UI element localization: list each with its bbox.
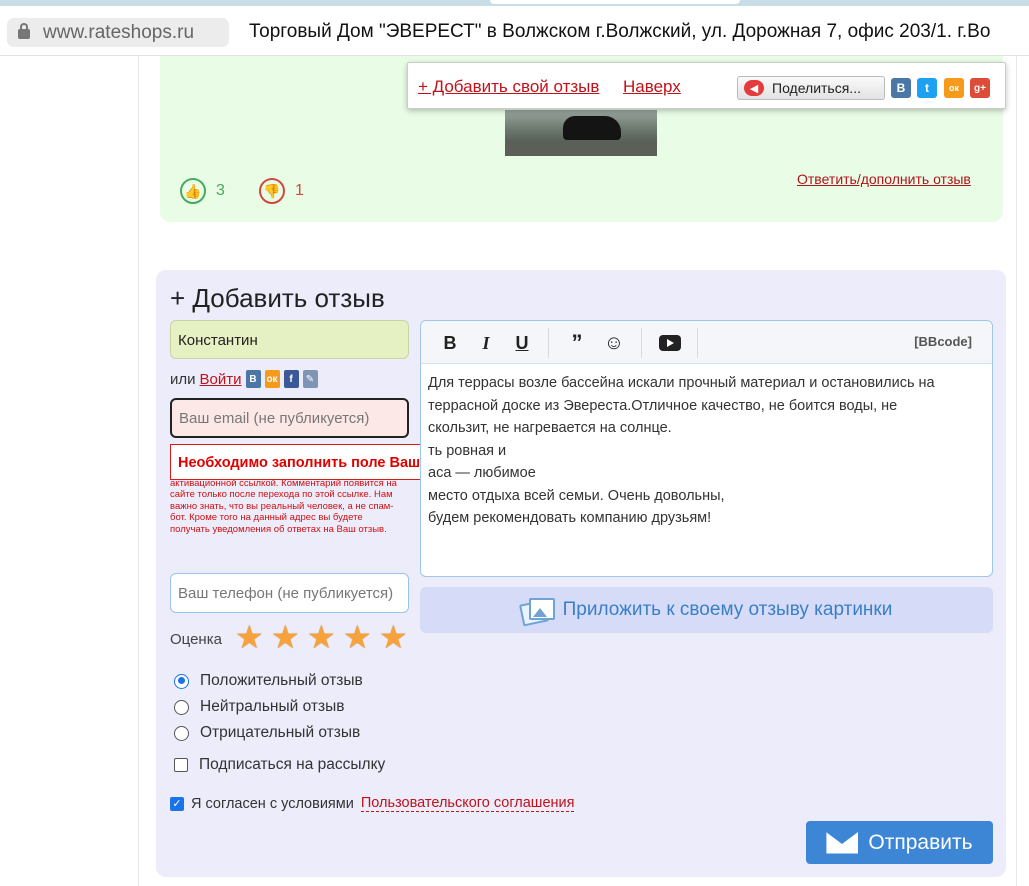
quote-icon[interactable]: ” bbox=[564, 330, 590, 355]
content-left-border bbox=[138, 56, 139, 886]
attach-images-label: Приложить к своему отзыву картинки bbox=[562, 599, 893, 620]
share-button[interactable]: ◀ Поделиться... bbox=[737, 76, 885, 100]
toolbar-divider bbox=[548, 328, 549, 358]
radio-selected-icon[interactable] bbox=[174, 673, 189, 689]
image-upload-icon bbox=[518, 596, 555, 627]
or-text: или bbox=[170, 370, 196, 388]
dislike-count: 1 bbox=[295, 182, 304, 199]
thumbs-up-icon: 👍 bbox=[180, 178, 206, 204]
content-right-border bbox=[1016, 56, 1017, 886]
star-icon-3[interactable]: ★ bbox=[307, 621, 337, 653]
submit-button[interactable]: Отправить bbox=[806, 821, 993, 864]
agree-text: Я согласен с условиями bbox=[191, 795, 354, 812]
thumbs-down-icon: 👎 bbox=[259, 178, 285, 204]
radio-negative[interactable]: Отрицательный отзыв bbox=[174, 724, 360, 742]
italic-icon[interactable]: I bbox=[473, 331, 499, 355]
page-title: Торговый Дом "ЭВЕРЕСТ" в Волжском г.Волж… bbox=[249, 21, 991, 42]
dislike-vote[interactable]: 👎 1 bbox=[259, 178, 304, 204]
radio-neutral[interactable]: Нейтральный отзыв bbox=[174, 698, 344, 716]
scroll-to-top-link[interactable]: Наверх bbox=[623, 77, 681, 97]
review-text-area[interactable]: Для террасы возле бассейна искали прочны… bbox=[421, 364, 992, 538]
floating-action-bar: + Добавить свой отзыв Наверх ◀ Поделитьс… bbox=[407, 62, 1006, 109]
yandex-share-icon: ◀ bbox=[744, 80, 764, 96]
radio-positive[interactable]: Положительный отзыв bbox=[174, 672, 363, 690]
address-bar: www.rateshops.ru Торговый Дом "ЭВЕРЕСТ" … bbox=[0, 6, 1029, 56]
star-icon-2[interactable]: ★ bbox=[271, 621, 301, 653]
like-count: 3 bbox=[216, 182, 225, 199]
toolbar-divider bbox=[697, 328, 698, 358]
underline-icon[interactable]: U bbox=[509, 331, 535, 355]
checkbox-unchecked-icon[interactable] bbox=[174, 758, 188, 772]
star-icon-5[interactable]: ★ bbox=[379, 621, 409, 653]
radio-negative-label: Отрицательный отзыв bbox=[200, 724, 361, 741]
terms-agreement[interactable]: ✓ Я согласен с условиями Пользовательско… bbox=[170, 795, 575, 812]
odnoklassniki-share-icon[interactable]: ок bbox=[944, 78, 964, 98]
star-icon-4[interactable]: ★ bbox=[343, 621, 373, 653]
add-review-link[interactable]: + Добавить свой отзыв bbox=[418, 77, 599, 97]
radio-unselected-icon[interactable] bbox=[174, 725, 189, 741]
terms-link[interactable]: Пользовательского соглашения bbox=[360, 795, 575, 812]
attach-images-button[interactable]: Приложить к своему отзыву картинки bbox=[420, 587, 993, 633]
login-link[interactable]: Войти bbox=[200, 371, 242, 388]
odnoklassniki-login-icon[interactable]: ок bbox=[264, 370, 280, 388]
google-plus-share-icon[interactable]: g+ bbox=[970, 78, 990, 98]
rating-stars: ★ ★ ★ ★ ★ bbox=[235, 621, 409, 653]
vk-share-icon[interactable]: В bbox=[891, 78, 911, 98]
review-editor: B I U ” ☺ [BBcode] Для террасы возле бас… bbox=[420, 320, 993, 577]
radio-unselected-icon[interactable] bbox=[174, 699, 189, 715]
login-row: или Войти В ок f ✎ bbox=[170, 370, 318, 388]
url-text[interactable]: www.rateshops.ru bbox=[43, 22, 194, 44]
review-photo[interactable] bbox=[505, 110, 657, 156]
checkbox-checked-icon[interactable]: ✓ bbox=[170, 796, 184, 811]
youtube-icon[interactable] bbox=[657, 331, 683, 355]
facebook-login-icon[interactable]: f bbox=[283, 370, 299, 388]
name-field[interactable]: Константин bbox=[170, 320, 409, 359]
radio-positive-label: Положительный отзыв bbox=[200, 672, 363, 689]
like-vote[interactable]: 👍 3 bbox=[180, 178, 225, 204]
rating-label: Оценка bbox=[170, 631, 222, 648]
submit-label: Отправить bbox=[868, 830, 973, 854]
toolbar-divider bbox=[641, 328, 642, 358]
reply-review-link[interactable]: Ответить/дополнить отзыв bbox=[797, 171, 971, 187]
radio-neutral-label: Нейтральный отзыв bbox=[200, 698, 345, 715]
smiley-icon[interactable]: ☺ bbox=[601, 331, 627, 355]
livejournal-login-icon[interactable]: ✎ bbox=[302, 370, 318, 388]
twitter-share-icon[interactable]: t bbox=[917, 78, 937, 98]
bold-icon[interactable]: B bbox=[437, 331, 463, 355]
share-button-label: Поделиться... bbox=[772, 80, 861, 96]
vk-login-icon[interactable]: В bbox=[245, 370, 261, 388]
envelope-icon bbox=[826, 831, 859, 854]
subscribe-label: Подписаться на рассылку bbox=[199, 756, 386, 773]
email-field[interactable]: Ваш email (не публикуется) bbox=[170, 398, 409, 438]
lock-icon[interactable] bbox=[18, 23, 30, 39]
active-tab-edge bbox=[490, 0, 740, 4]
bbcode-toggle[interactable]: [BBcode] bbox=[914, 334, 972, 349]
editor-toolbar: B I U ” ☺ [BBcode] bbox=[421, 321, 992, 364]
phone-field[interactable]: Ваш телефон (не публикуется) bbox=[170, 573, 409, 613]
form-title: + Добавить отзыв bbox=[170, 283, 385, 313]
subscribe-checkbox[interactable]: Подписаться на рассылку bbox=[174, 756, 385, 774]
star-icon-1[interactable]: ★ bbox=[235, 621, 265, 653]
